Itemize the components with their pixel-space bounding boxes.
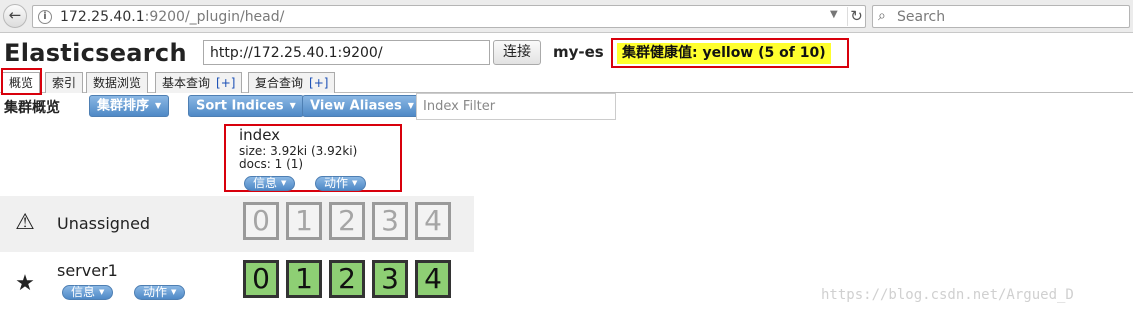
address-text: 172.25.40.1:9200/_plugin/head/ [60, 9, 284, 25]
caret-down-icon: ▼ [155, 101, 162, 110]
unassigned-label: Unassigned [57, 214, 151, 233]
info-icon[interactable]: i [38, 10, 52, 24]
cluster-sort-button[interactable]: 集群排序 ▼ [89, 95, 170, 117]
tab-plus: [+] [309, 76, 329, 90]
tab-label: 复合查询 [255, 76, 304, 90]
tab-bar: 概览 索引 数据浏览 基本查询 [+] 复合查询 [+] [0, 70, 1133, 94]
cluster-sort-label: 集群排序 [97, 98, 150, 114]
index-info-button[interactable]: 信息 ▼ [244, 176, 296, 191]
tab-browser[interactable]: 数据浏览 [86, 72, 149, 93]
tab-plus: [+] [216, 76, 236, 90]
tab-indices[interactable]: 索引 [45, 72, 84, 93]
url-path: :9200/_plugin/head/ [144, 9, 285, 25]
tab-label: 基本查询 [162, 76, 211, 90]
dropdown-arrow-icon[interactable]: ▼ [830, 9, 838, 20]
unassigned-shard[interactable]: 3 [372, 202, 408, 240]
tab-label: 索引 [52, 76, 77, 90]
index-size: size: 3.92ki (3.92ki) [239, 144, 358, 158]
app-title: Elasticsearch [4, 39, 187, 67]
cluster-health-highlight: 集群健康值: yellow (5 of 10) [611, 38, 849, 68]
sort-indices-label: Sort Indices [196, 98, 284, 114]
node-info-label: 信息 [71, 285, 96, 299]
sort-indices-button[interactable]: Sort Indices ▼ [188, 95, 304, 117]
watermark: https://blog.csdn.net/Argued_D [821, 287, 1074, 303]
unassigned-shard[interactable]: 4 [415, 202, 451, 240]
view-aliases-button[interactable]: View Aliases ▼ [302, 95, 422, 117]
tab-compound-query[interactable]: 复合查询 [+] [248, 72, 336, 93]
index-name: index [239, 126, 281, 144]
caret-down-icon: ▼ [289, 101, 296, 110]
star-icon: ★ [15, 271, 35, 296]
unassigned-shard[interactable]: 2 [329, 202, 365, 240]
index-filter-input[interactable] [416, 93, 616, 120]
url-host: 172.25.40.1 [60, 9, 145, 25]
started-shard[interactable]: 4 [415, 260, 451, 298]
caret-down-icon: ▼ [99, 288, 105, 296]
started-shard[interactable]: 3 [372, 260, 408, 298]
unassigned-shard[interactable]: 0 [243, 202, 279, 240]
tab-overview-highlight [1, 68, 42, 95]
browser-search-bar[interactable]: ⌕ Search [872, 5, 1130, 28]
cluster-name: my-es [553, 43, 604, 61]
back-arrow-icon[interactable]: ← [3, 4, 27, 28]
connect-button[interactable]: 连接 [493, 40, 541, 65]
caret-down-icon: ▼ [352, 179, 358, 187]
reload-icon[interactable]: ↻ [847, 7, 865, 26]
section-title: 集群概览 [4, 100, 60, 116]
view-aliases-label: View Aliases [310, 98, 402, 114]
connection-url-input[interactable] [203, 40, 490, 65]
node-action-button[interactable]: 动作 ▼ [134, 285, 186, 300]
search-icon: ⌕ [878, 8, 886, 24]
started-shard[interactable]: 1 [286, 260, 322, 298]
index-info-label: 信息 [253, 176, 278, 190]
tab-label: 数据浏览 [93, 76, 142, 90]
index-action-label: 动作 [324, 176, 349, 190]
node-info-button[interactable]: 信息 ▼ [62, 285, 114, 300]
node-name: server1 [57, 261, 118, 280]
caret-down-icon: ▼ [171, 288, 177, 296]
warning-icon: ⚠ [15, 210, 35, 235]
browser-toolbar: ← i 172.25.40.1:9200/_plugin/head/ ▼ ↻ ⌕… [0, 0, 1133, 33]
unassigned-shard[interactable]: 1 [286, 202, 322, 240]
index-card: index size: 3.92ki (3.92ki) docs: 1 (1) … [224, 124, 402, 192]
started-shard[interactable]: 2 [329, 260, 365, 298]
search-placeholder: Search [897, 9, 946, 25]
index-docs: docs: 1 (1) [239, 157, 304, 171]
index-action-button[interactable]: 动作 ▼ [315, 176, 367, 191]
caret-down-icon: ▼ [281, 179, 287, 187]
started-shard[interactable]: 0 [243, 260, 279, 298]
address-bar[interactable]: i 172.25.40.1:9200/_plugin/head/ ▼ ↻ [32, 5, 866, 28]
node-action-label: 动作 [143, 285, 168, 299]
caret-down-icon: ▼ [407, 101, 414, 110]
unassigned-row: ⚠ Unassigned 0 1 2 3 4 [0, 196, 474, 252]
cluster-health-badge: 集群健康值: yellow (5 of 10) [617, 43, 831, 64]
tab-basic-query[interactable]: 基本查询 [+] [155, 72, 243, 93]
